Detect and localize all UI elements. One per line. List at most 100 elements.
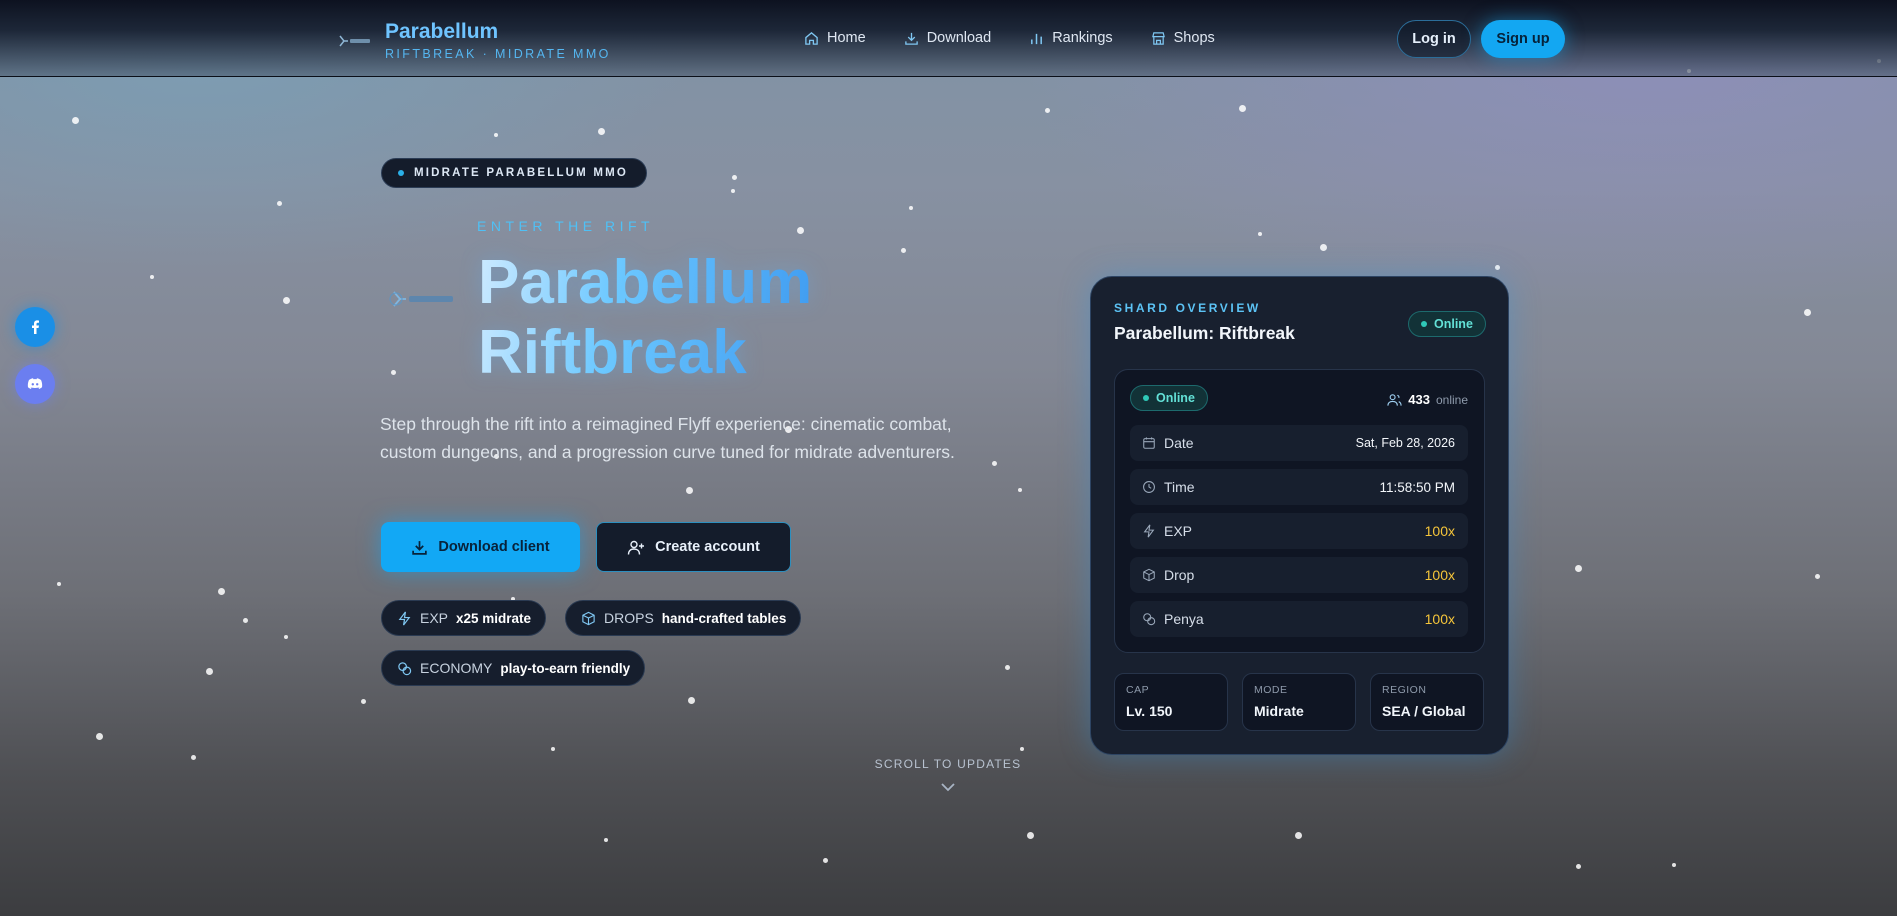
star <box>284 635 288 639</box>
info-row-drop: Drop 100x <box>1130 557 1468 593</box>
star <box>243 618 248 623</box>
star <box>598 128 605 135</box>
clock-icon <box>1143 481 1155 493</box>
nav-shops[interactable]: Shops <box>1151 30 1215 46</box>
star <box>1672 863 1676 867</box>
brand-tagline: RIFTBREAK · MIDRATE MMO <box>385 47 611 61</box>
feature-chip-drops: DROPS hand-crafted tables <box>565 600 802 636</box>
star <box>1320 244 1327 251</box>
stat-label: CAP <box>1126 684 1150 696</box>
download-icon <box>412 540 428 555</box>
nav-download[interactable]: Download <box>904 30 992 46</box>
info-row-label: Penya <box>1142 611 1204 627</box>
star <box>686 487 693 494</box>
hero-title: Parabellum Riftbreak <box>478 248 812 388</box>
info-row-label: Drop <box>1142 567 1194 583</box>
chip-value: play-to-earn friendly <box>500 660 631 676</box>
star <box>1258 232 1262 236</box>
hero-logo-icon <box>389 291 453 307</box>
signup-button[interactable]: Sign up <box>1481 20 1565 58</box>
star <box>823 858 828 863</box>
chip-value: hand-crafted tables <box>661 610 787 626</box>
star <box>191 755 196 760</box>
stat-value: Lv. 150 <box>1126 703 1173 719</box>
star <box>1005 665 1010 670</box>
star <box>1020 747 1024 751</box>
create-account-button[interactable]: Create account <box>596 522 791 572</box>
star <box>1295 832 1302 839</box>
download-icon <box>904 32 918 45</box>
info-row-label: Date <box>1142 435 1194 451</box>
card-kicker: SHARD OVERVIEW <box>1114 301 1261 315</box>
stat-value: Midrate <box>1254 703 1304 719</box>
download-client-label: Download client <box>438 539 550 555</box>
lightning-icon <box>1143 524 1155 538</box>
star <box>732 175 737 180</box>
card-title: Parabellum: Riftbreak <box>1114 323 1295 343</box>
store-icon <box>1151 31 1165 45</box>
star <box>72 117 79 124</box>
star <box>96 733 103 740</box>
status-badge-text: Online <box>1434 317 1473 331</box>
top-navbar: Parabellum RIFTBREAK · MIDRATE MMO Home … <box>0 0 1897 77</box>
brand-logo-icon <box>339 35 370 47</box>
home-icon <box>805 31 818 45</box>
star <box>992 461 997 466</box>
facebook-button[interactable] <box>15 307 55 347</box>
players-label: online <box>1435 392 1468 407</box>
players-online: 433 online <box>1387 392 1468 407</box>
star <box>218 588 225 595</box>
box-icon <box>582 611 595 625</box>
star <box>283 297 290 304</box>
star <box>391 370 396 375</box>
hero-title-line2: Riftbreak <box>478 318 747 387</box>
star <box>797 227 804 234</box>
exp-value: 100x <box>1424 523 1455 539</box>
star <box>909 206 913 210</box>
info-row-exp: EXP 100x <box>1130 513 1468 549</box>
users-icon <box>1387 393 1402 406</box>
time-label: Time <box>1164 479 1195 495</box>
login-button[interactable]: Log in <box>1397 20 1471 58</box>
stat-value: SEA / Global <box>1382 703 1466 719</box>
nav-rankings-label: Rankings <box>1052 30 1113 46</box>
chevron-down-icon[interactable] <box>940 781 956 793</box>
star <box>1804 309 1811 316</box>
main-nav: Home Download Rankings Shops <box>804 30 1215 46</box>
info-row-label: EXP <box>1142 523 1192 539</box>
nav-download-label: Download <box>926 30 992 46</box>
date-value: Sat, Feb 28, 2026 <box>1355 436 1455 450</box>
inner-status-badge: Online <box>1130 385 1208 411</box>
nav-shops-label: Shops <box>1173 30 1215 46</box>
nav-home[interactable]: Home <box>804 30 866 46</box>
stat-cap: CAP Lv. 150 <box>1114 673 1228 731</box>
nav-rankings[interactable]: Rankings <box>1029 30 1113 46</box>
coins-icon <box>398 661 412 675</box>
star <box>551 747 555 751</box>
exp-label: EXP <box>1164 523 1193 539</box>
brand-name: Parabellum <box>385 20 499 43</box>
hero-pill-badge: MIDRATE PARABELLUM MMO <box>381 158 648 188</box>
star <box>1575 565 1582 572</box>
shard-details-panel: Online 433 online Date Sat, Feb 28, 2026… <box>1114 369 1485 653</box>
status-dot-icon <box>1143 395 1149 401</box>
hero-title-line1: Parabellum <box>478 248 813 317</box>
chip-key: EXP <box>420 610 449 626</box>
star <box>1045 108 1050 113</box>
star <box>731 189 735 193</box>
hero-kicker: ENTER THE RIFT <box>477 218 655 234</box>
download-client-button[interactable]: Download client <box>381 522 580 572</box>
star <box>494 133 498 137</box>
stat-label: REGION <box>1382 684 1427 696</box>
hero-pill-text: MIDRATE PARABELLUM MMO <box>414 167 629 179</box>
scroll-hint[interactable]: SCROLL TO UPDATES <box>870 757 1026 771</box>
drop-value: 100x <box>1424 567 1455 583</box>
coins-icon <box>1143 613 1156 626</box>
box-icon <box>1143 568 1155 582</box>
discord-button[interactable] <box>15 364 55 404</box>
status-dot-icon <box>1421 321 1427 327</box>
brand[interactable]: Parabellum RIFTBREAK · MIDRATE MMO <box>335 20 611 61</box>
hero-description: Step through the rift into a reimagined … <box>380 414 955 462</box>
star <box>150 275 154 279</box>
feature-chip-exp: EXP x25 midrate <box>381 600 547 636</box>
